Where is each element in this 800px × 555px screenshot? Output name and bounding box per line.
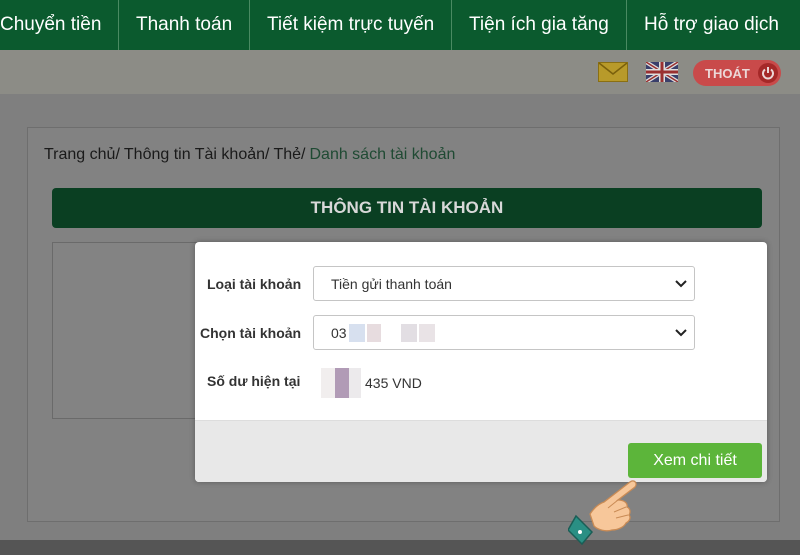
nav-item-label: Tiết kiệm trực tuyến [267, 14, 435, 35]
view-details-button[interactable]: Xem chi tiết [628, 443, 762, 478]
balance-value: 435 VND [365, 375, 422, 391]
redacted-blur [366, 323, 381, 342]
nav-item-payment[interactable]: Thanh toán [119, 0, 250, 50]
logout-label: THOÁT [705, 65, 750, 81]
choose-account-value: 03 [331, 324, 347, 341]
nav-item-savings[interactable]: Tiết kiệm trực tuyến [250, 0, 452, 50]
account-type-label: Loại tài khoản [207, 276, 302, 292]
breadcrumb-account[interactable]: Thông tin Tài khoản/ [124, 146, 270, 164]
section-title: THÔNG TIN TÀI KHOẢN [52, 188, 762, 228]
breadcrumb-home[interactable]: Trang chủ/ [44, 146, 120, 164]
breadcrumb: Trang chủ/ Thông tin Tài khoản/ Thẻ/ Dan… [44, 146, 455, 164]
nav-item-utilities[interactable]: Tiện ích gia tăng [452, 0, 627, 50]
redacted-blur [321, 368, 335, 398]
nav-item-transfer[interactable]: Chuyển tiền [0, 0, 119, 50]
account-type-value: Tiền gửi thanh toán [331, 275, 452, 292]
nav-item-label: Tiện ích gia tăng [469, 14, 609, 35]
chevron-down-icon [675, 280, 687, 288]
nav-item-label: Thanh toán [136, 14, 233, 35]
redacted-blur [418, 323, 435, 342]
redacted-blur [382, 323, 399, 342]
redacted-blur [349, 368, 361, 398]
pointing-hand-icon [568, 480, 637, 546]
chevron-down-icon [675, 329, 687, 337]
account-modal: Loại tài khoản Tiền gửi thanh toán Chọn … [195, 242, 767, 482]
mail-icon[interactable] [598, 62, 628, 82]
redacted-blur [400, 323, 417, 342]
balance-label: Số dư hiện tại [207, 373, 301, 389]
redacted-blur [348, 323, 365, 342]
logout-button[interactable]: THOÁT [693, 60, 781, 86]
balance-display: 435 VND [319, 368, 422, 398]
uk-flag-icon[interactable] [646, 62, 678, 82]
redacted-blur [335, 368, 349, 398]
breadcrumb-card[interactable]: Thẻ/ [273, 146, 305, 164]
nav-item-support[interactable]: Hỗ trợ giao dịch [627, 0, 800, 50]
footer-bar [0, 540, 800, 555]
choose-account-select[interactable]: 03 [313, 315, 695, 350]
power-icon [758, 63, 778, 83]
account-type-select[interactable]: Tiền gửi thanh toán [313, 266, 695, 301]
top-nav: Chuyển tiền Thanh toán Tiết kiệm trực tu… [0, 0, 800, 50]
utility-bar [0, 50, 800, 94]
nav-item-label: Chuyển tiền [0, 14, 102, 35]
nav-item-label: Hỗ trợ giao dịch [644, 14, 779, 35]
breadcrumb-current: Danh sách tài khoản [309, 146, 456, 163]
choose-account-label: Chọn tài khoản [200, 325, 302, 341]
